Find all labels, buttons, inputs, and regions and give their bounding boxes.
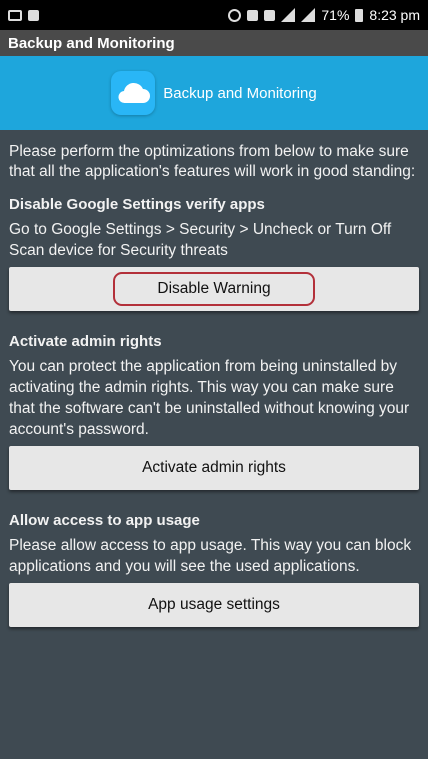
section-text: Please allow access to app usage. This w… xyxy=(9,537,412,575)
app-title-bar: Backup and Monitoring xyxy=(0,30,428,56)
clock: 8:23 pm xyxy=(369,7,420,23)
section-app-usage: Allow access to app usage Please allow a… xyxy=(9,512,419,627)
section-verify-apps: Disable Google Settings verify apps Go t… xyxy=(9,196,419,311)
disable-warning-label: Disable Warning xyxy=(113,272,315,306)
section-title: Allow access to app usage xyxy=(9,512,200,529)
section-text: Go to Google Settings > Security > Unche… xyxy=(9,221,392,259)
battery-percent: 71% xyxy=(321,7,350,23)
banner-title: Backup and Monitoring xyxy=(163,84,317,102)
cloud-icon xyxy=(111,71,156,115)
disable-warning-button[interactable]: Disable Warning xyxy=(9,267,419,311)
message-notification-icon xyxy=(28,9,39,21)
nfc-icon xyxy=(264,9,276,21)
battery-icon xyxy=(355,8,364,22)
alarm-icon xyxy=(228,8,242,22)
wifi-icon xyxy=(301,8,316,22)
app-usage-settings-label: App usage settings xyxy=(148,596,280,613)
banner: Backup and Monitoring xyxy=(0,56,428,130)
app-usage-settings-button[interactable]: App usage settings xyxy=(9,583,419,627)
gallery-notification-icon xyxy=(8,9,22,21)
data-icon xyxy=(247,9,259,21)
content: Please perform the optimizations from be… xyxy=(0,130,428,627)
status-bar: 71% 8:23 pm xyxy=(0,0,428,30)
section-text: You can protect the application from bei… xyxy=(9,358,410,438)
section-title: Activate admin rights xyxy=(9,333,162,350)
section-title: Disable Google Settings verify apps xyxy=(9,196,265,213)
status-right-icons: 71% 8:23 pm xyxy=(228,7,420,23)
activate-admin-rights-button[interactable]: Activate admin rights xyxy=(9,446,419,490)
status-left-icons xyxy=(8,9,39,21)
signal-icon xyxy=(281,8,296,22)
app-title: Backup and Monitoring xyxy=(8,34,175,52)
intro-text: Please perform the optimizations from be… xyxy=(9,143,416,180)
activate-admin-rights-label: Activate admin rights xyxy=(142,459,286,476)
section-admin-rights: Activate admin rights You can protect th… xyxy=(9,333,419,490)
